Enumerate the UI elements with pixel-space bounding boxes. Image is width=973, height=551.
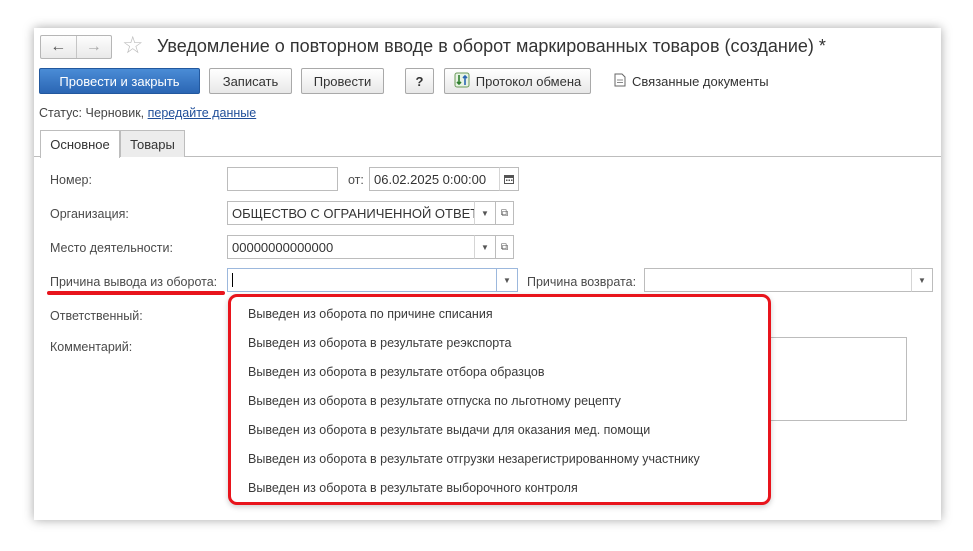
comment-label: Комментарий: <box>50 340 133 354</box>
list-item[interactable]: Выведен из оборота в результате выборочн… <box>248 476 578 500</box>
organization-dropdown-icon[interactable]: ▼ <box>474 201 496 225</box>
place-open-icon[interactable]: ⧉ <box>496 235 514 259</box>
document-window: ← → ☆ Уведомление о повторном вводе в об… <box>34 28 941 520</box>
calendar-icon[interactable] <box>499 167 519 191</box>
status-value: Черновик, <box>85 106 145 120</box>
organization-input[interactable]: ОБЩЕСТВО С ОГРАНИЧЕННОЙ ОТВЕТСТВЕННОСТЬЮ <box>227 201 475 225</box>
organization-open-icon[interactable]: ⧉ <box>496 201 514 225</box>
favorite-star-icon[interactable]: ☆ <box>122 32 144 60</box>
place-dropdown-icon[interactable]: ▼ <box>474 235 496 259</box>
status-prefix: Статус: <box>39 106 82 120</box>
number-input[interactable] <box>227 167 338 191</box>
back-arrow-icon[interactable]: ← <box>41 36 76 58</box>
place-label: Место деятельности: <box>50 241 173 255</box>
reason-dropdown-list: Выведен из оборота по причине списания В… <box>228 294 771 505</box>
tab-goods[interactable]: Товары <box>120 130 185 157</box>
list-item[interactable]: Выведен из оборота в результате выдачи д… <box>248 418 650 442</box>
reason-input[interactable] <box>227 268 497 292</box>
list-item[interactable]: Выведен из оборота в результате отгрузки… <box>248 447 700 471</box>
return-reason-input[interactable] <box>644 268 913 292</box>
list-item[interactable]: Выведен из оборота в результате отпуска … <box>248 389 621 413</box>
reason-highlight-underline <box>47 291 225 295</box>
organization-label: Организация: <box>50 207 129 221</box>
status-line: Статус: Черновик, передайте данные <box>39 106 256 120</box>
send-data-link[interactable]: передайте данные <box>148 106 257 120</box>
responsible-label: Ответственный: <box>50 309 143 323</box>
text-cursor <box>232 273 233 287</box>
page-title: Уведомление о повторном вводе в оборот м… <box>157 36 826 56</box>
number-label: Номер: <box>50 173 92 187</box>
forward-arrow-icon[interactable]: → <box>75 36 112 58</box>
return-reason-label: Причина возврата: <box>527 275 637 289</box>
list-item[interactable]: Выведен из оборота по причине списания <box>248 302 493 326</box>
reason-dropdown-icon[interactable]: ▼ <box>496 268 518 292</box>
return-reason-dropdown-icon[interactable]: ▼ <box>911 268 933 292</box>
post-and-close-button[interactable]: Провести и закрыть <box>39 68 200 94</box>
related-documents-icon <box>614 73 626 90</box>
reason-label: Причина вывода из оборота: <box>50 275 218 289</box>
related-documents-label: Связанные документы <box>632 73 769 89</box>
save-button[interactable]: Записать <box>209 68 292 94</box>
help-button[interactable]: ? <box>405 68 434 94</box>
date-label: от: <box>348 173 364 187</box>
place-input[interactable]: 00000000000000 <box>227 235 475 259</box>
date-input[interactable]: 06.02.2025 0:00:00 <box>369 167 500 191</box>
list-item[interactable]: Выведен из оборота в результате реэкспор… <box>248 331 512 355</box>
tab-main[interactable]: Основное <box>40 130 120 158</box>
nav-buttons: ← → <box>40 35 112 59</box>
exchange-protocol-icon <box>454 72 470 91</box>
related-documents-button[interactable]: Связанные документы <box>614 68 769 94</box>
list-item[interactable]: Выведен из оборота в результате отбора о… <box>248 360 545 384</box>
protocol-button[interactable]: Протокол обмена <box>444 68 591 94</box>
post-button[interactable]: Провести <box>301 68 384 94</box>
protocol-label: Протокол обмена <box>475 73 582 89</box>
